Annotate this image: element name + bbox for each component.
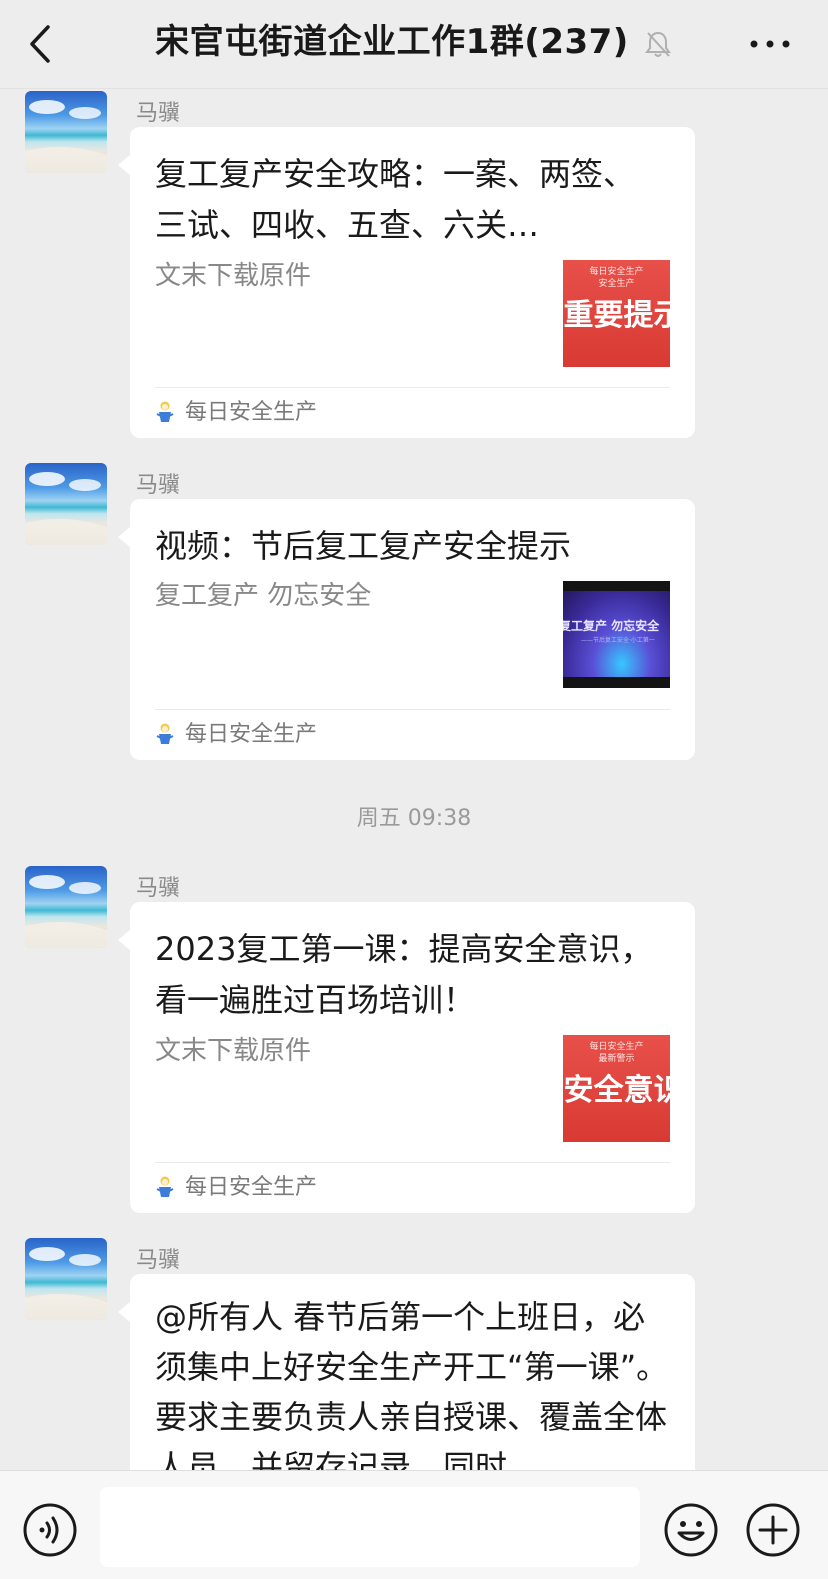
- article-card[interactable]: 复工复产安全攻略：一案、两签、三试、四收、五查、六关… 文末下载原件 每日安全生…: [118, 127, 695, 438]
- thumbnail-headline: 安全意识: [563, 1073, 671, 1108]
- thumbnail-headline: 复工复产 勿忘安全: [563, 619, 660, 633]
- video-title: 视频：节后复工复产安全提示: [155, 527, 572, 565]
- sender-avatar[interactable]: [25, 866, 107, 948]
- thumbnail-caption: 最新警示: [598, 1054, 635, 1064]
- card-divider: [155, 387, 670, 388]
- thumbnail-headline: 重要提示: [563, 298, 671, 333]
- sender-name: 马骥: [136, 101, 181, 126]
- article-title: 2023复工第一课：提高安全意识，看一遍胜过百场培训！: [155, 930, 653, 1019]
- video-description: 复工复产 勿忘安全: [155, 581, 372, 611]
- sender-name: 马骥: [136, 1248, 181, 1273]
- sender-name: 马骥: [136, 473, 181, 498]
- source-name: 每日安全生产: [185, 400, 318, 425]
- ellipsis-icon[interactable]: [750, 40, 790, 48]
- article-description: 文末下载原件: [155, 1036, 312, 1066]
- sender-avatar[interactable]: [25, 1238, 107, 1320]
- text-message-body: @所有人 春节后第一个上班日，必须集中上好安全生产开工“第一课”。要求主要负责人…: [155, 1298, 669, 1477]
- source-logo-icon: [156, 401, 174, 422]
- source-name: 每日安全生产: [185, 722, 318, 747]
- plus-circle-icon[interactable]: [745, 1502, 801, 1558]
- card-divider: [155, 1162, 670, 1163]
- source-name: 每日安全生产: [185, 1175, 318, 1200]
- chat-title: 宋官屯街道企业工作1群(237): [155, 22, 629, 62]
- chat-header: 宋官屯街道企业工作1群(237): [0, 0, 828, 89]
- video-card[interactable]: 视频：节后复工复产安全提示 复工复产 勿忘安全 复工复产 勿忘安全 ——节后复工…: [118, 499, 695, 760]
- article-card[interactable]: 2023复工第一课：提高安全意识，看一遍胜过百场培训！ 文末下载原件 每日安全生…: [118, 902, 695, 1213]
- sender-avatar[interactable]: [25, 463, 107, 545]
- chat-messages[interactable]: 马骥 复工复产安全攻略：一案、两签、三试、四收、五查、六关… 文末下载原件 每日…: [0, 89, 828, 1477]
- emoji-icon[interactable]: [663, 1502, 719, 1558]
- video-frame: 复工复产 勿忘安全 ——节后复工安全·小工第一: [563, 591, 670, 677]
- bell-off-icon: [644, 31, 671, 57]
- voice-icon[interactable]: [22, 1502, 78, 1558]
- article-thumbnail: 每日安全生产 最新警示 安全意识: [563, 1035, 670, 1142]
- article-title: 复工复产安全攻略：一案、两签、三试、四收、五查、六关…: [155, 155, 636, 244]
- video-thumbnail: 复工复产 勿忘安全 ——节后复工安全·小工第一: [563, 581, 670, 688]
- sender-avatar[interactable]: [25, 91, 107, 173]
- article-source: 每日安全生产: [155, 398, 317, 428]
- card-divider: [155, 709, 670, 710]
- timestamp-label: 周五 09:38: [356, 806, 472, 831]
- sender-name: 马骥: [136, 876, 181, 901]
- text-message-bubble[interactable]: @所有人 春节后第一个上班日，必须集中上好安全生产开工“第一课”。要求主要负责人…: [118, 1274, 695, 1477]
- article-description: 文末下载原件: [155, 261, 312, 291]
- chat-input-bar: [0, 1470, 828, 1579]
- thumbnail-caption: 安全生产: [598, 279, 635, 289]
- chat-title-row[interactable]: 宋官屯街道企业工作1群(237): [0, 20, 828, 64]
- article-thumbnail: 每日安全生产 安全生产 重要提示: [563, 260, 670, 367]
- thumbnail-caption: ——节后复工安全·小工第一: [581, 637, 655, 644]
- article-source: 每日安全生产: [155, 1173, 317, 1203]
- source-logo-icon: [156, 723, 174, 744]
- source-logo-icon: [156, 1176, 174, 1197]
- video-source: 每日安全生产: [155, 720, 317, 750]
- message-input[interactable]: [100, 1487, 640, 1567]
